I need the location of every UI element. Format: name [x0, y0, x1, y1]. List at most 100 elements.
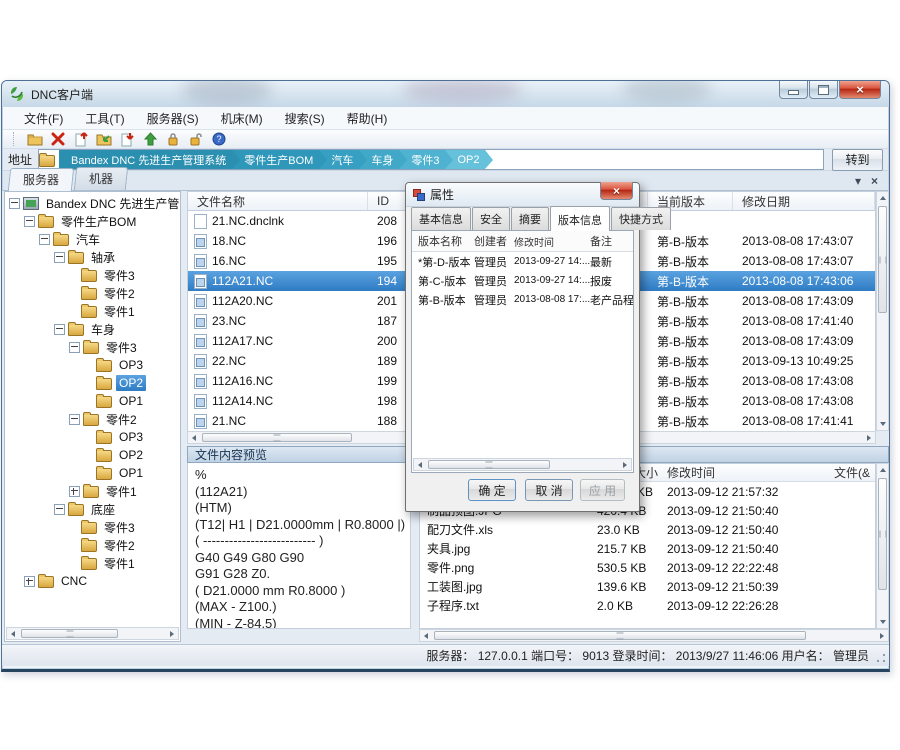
minimize-button[interactable]: [779, 81, 808, 99]
tree-item[interactable]: Bandex DNC 先进生产管理系统: [5, 194, 179, 212]
scroll-up-icon[interactable]: [880, 468, 886, 472]
collapse-icon[interactable]: [9, 198, 20, 209]
tree-item[interactable]: 零件1: [5, 482, 179, 500]
help-icon[interactable]: ?: [210, 131, 228, 148]
tree-item[interactable]: 零件3: [5, 338, 179, 356]
attachment-row[interactable]: 零件.png530.5 KB2013-09-12 22:22:48: [420, 558, 875, 577]
attachment-row[interactable]: 配刀文件.xls23.0 KB2013-09-12 21:50:40: [420, 520, 875, 539]
scroll-thumb[interactable]: [878, 206, 887, 313]
column-header-creator[interactable]: 创建者: [474, 233, 514, 249]
checkin-file-icon[interactable]: [72, 131, 90, 148]
tree-item[interactable]: 零件2: [5, 410, 179, 428]
cancel-button[interactable]: 取 消: [525, 479, 573, 501]
scroll-thumb[interactable]: [434, 631, 806, 640]
tree-item[interactable]: OP3: [5, 428, 179, 446]
tree-item[interactable]: 零件2: [5, 284, 179, 302]
version-row[interactable]: 第-B-版本管理员2013-08-08 17:...老产品程序: [412, 290, 633, 309]
collapse-icon[interactable]: [69, 414, 80, 425]
scroll-left-icon[interactable]: [192, 435, 196, 441]
scroll-left-icon[interactable]: [418, 462, 422, 468]
checkout-file-icon[interactable]: [118, 131, 136, 148]
version-row[interactable]: *第-D-版本管理员2013-09-27 14:...最新: [412, 252, 633, 271]
tree-item[interactable]: 零件1: [5, 554, 179, 572]
version-row[interactable]: 第-C-版本管理员2013-09-27 14:...报废: [412, 271, 633, 290]
tree-item[interactable]: 零件2: [5, 536, 179, 554]
tree-item[interactable]: CNC: [5, 572, 179, 590]
lock-icon[interactable]: [164, 131, 182, 148]
expand-icon[interactable]: [24, 576, 35, 587]
column-header-mtime[interactable]: 修改时间: [662, 464, 834, 481]
collapse-icon[interactable]: [69, 342, 80, 353]
restore-button[interactable]: [809, 81, 838, 99]
scroll-left-icon[interactable]: [424, 633, 428, 639]
menu-item[interactable]: 文件(F): [13, 107, 74, 130]
delete-icon[interactable]: [49, 131, 67, 148]
dialog-tab[interactable]: 安全: [472, 207, 510, 230]
tree-item[interactable]: OP1: [5, 392, 179, 410]
scroll-down-icon[interactable]: [880, 422, 886, 426]
dialog-close-button[interactable]: ×: [600, 182, 633, 200]
menu-item[interactable]: 帮助(H): [336, 107, 399, 130]
menu-item[interactable]: 服务器(S): [136, 107, 210, 130]
attachment-row[interactable]: 工装图.jpg139.6 KB2013-09-12 21:50:39: [420, 577, 875, 596]
breadcrumb-segment[interactable]: 零件生产BOM: [232, 150, 319, 169]
column-header-remark[interactable]: 备注: [590, 233, 633, 249]
tree-item[interactable]: OP3: [5, 356, 179, 374]
dialog-tab[interactable]: 快捷方式: [611, 207, 671, 230]
tab-machine[interactable]: 机器: [74, 167, 128, 190]
collapse-icon[interactable]: [54, 504, 65, 515]
collapse-icon[interactable]: [39, 234, 50, 245]
panel-menu-icon[interactable]: ▾: [855, 174, 861, 188]
tree-item[interactable]: 轴承: [5, 248, 179, 266]
column-header-date[interactable]: 修改日期: [733, 192, 875, 210]
collapse-icon[interactable]: [54, 324, 65, 335]
dialog-tab[interactable]: 版本信息: [550, 206, 610, 231]
tree-item[interactable]: 零件3: [5, 266, 179, 284]
title-bar[interactable]: DNC客户端 ×: [2, 81, 889, 107]
attachment-row[interactable]: 夹具.jpg215.7 KB2013-09-12 21:50:40: [420, 539, 875, 558]
scroll-left-icon[interactable]: [11, 631, 15, 637]
tree-item[interactable]: OP1: [5, 464, 179, 482]
go-button[interactable]: 转到: [832, 149, 883, 171]
attachment-vscrollbar[interactable]: [876, 463, 889, 629]
resize-grip-icon[interactable]: [876, 653, 886, 663]
tree-item[interactable]: OP2: [5, 374, 179, 392]
attachment-row[interactable]: 子程序.txt2.0 KB2013-09-12 22:26:28: [420, 596, 875, 615]
scroll-right-icon[interactable]: [880, 633, 884, 639]
file-list-vscrollbar[interactable]: [876, 191, 889, 431]
tree-item[interactable]: OP2: [5, 446, 179, 464]
tree-item[interactable]: 零件生产BOM: [5, 212, 179, 230]
address-field[interactable]: Bandex DNC 先进生产管理系统零件生产BOM汽车车身零件3OP2: [38, 149, 824, 170]
ok-button[interactable]: 确 定: [468, 479, 516, 501]
upload-arrow-icon[interactable]: [141, 131, 159, 148]
dialog-tab[interactable]: 摘要: [511, 207, 549, 230]
column-header-modified[interactable]: 修改时间: [514, 234, 590, 249]
tree-item[interactable]: 底座: [5, 500, 179, 518]
panel-close-icon[interactable]: ×: [871, 174, 878, 188]
column-header-file[interactable]: 文件(&: [834, 464, 875, 481]
scroll-up-icon[interactable]: [880, 196, 886, 200]
tree-item[interactable]: 零件3: [5, 518, 179, 536]
close-button[interactable]: ×: [839, 81, 881, 99]
tree-item[interactable]: 汽车: [5, 230, 179, 248]
tab-server[interactable]: 服务器: [8, 168, 74, 191]
unlock-icon[interactable]: [187, 131, 205, 148]
scroll-right-icon[interactable]: [867, 435, 871, 441]
collapse-icon[interactable]: [54, 252, 65, 263]
menu-item[interactable]: 机床(M): [210, 107, 274, 130]
dialog-hscrollbar[interactable]: [413, 458, 632, 471]
menu-item[interactable]: 搜索(S): [274, 107, 336, 130]
scroll-thumb[interactable]: [428, 460, 550, 469]
column-header-version-name[interactable]: 版本名称: [412, 233, 474, 249]
new-folder-icon[interactable]: [26, 131, 44, 148]
scroll-thumb[interactable]: [202, 433, 352, 442]
receive-folder-icon[interactable]: [95, 131, 113, 148]
column-header-name[interactable]: 文件名称: [188, 192, 368, 210]
tree-item[interactable]: 零件1: [5, 302, 179, 320]
scroll-thumb[interactable]: [21, 629, 118, 638]
scroll-down-icon[interactable]: [880, 620, 886, 624]
dialog-title-bar[interactable]: 属性 ×: [406, 183, 639, 207]
tree-item[interactable]: 车身: [5, 320, 179, 338]
apply-button[interactable]: 应 用: [580, 479, 625, 501]
scroll-right-icon[interactable]: [170, 631, 174, 637]
